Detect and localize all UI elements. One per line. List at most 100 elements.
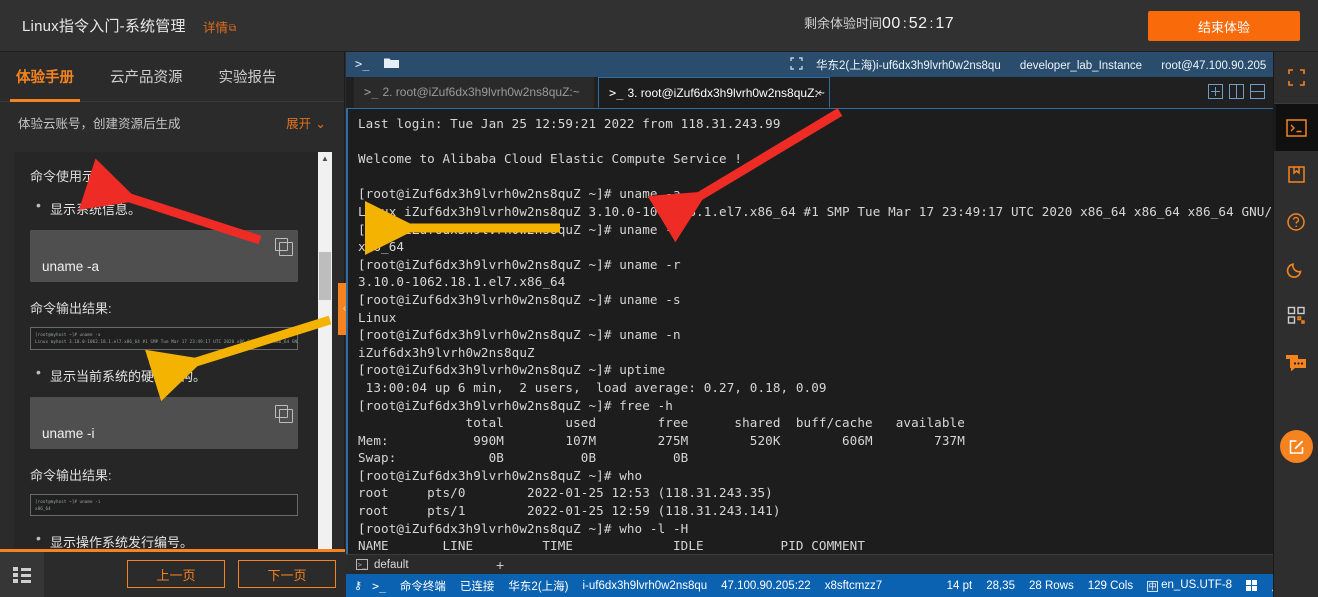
output-screenshot-1: [root@myhost ~]# uname -a Linux myhost 3… xyxy=(30,327,298,350)
timer-hours: 00 xyxy=(882,15,901,32)
status-cursor-position: 28,35 xyxy=(986,579,1015,592)
session-tab-label: default xyxy=(374,559,409,571)
end-session-button[interactable]: 结束体验 xyxy=(1148,11,1300,41)
rail-item-help[interactable] xyxy=(1274,198,1318,245)
left-panel-footer: 上一页 下一页 xyxy=(0,549,345,597)
status-font-size: 14 pt xyxy=(946,579,973,592)
detail-link-label: 详情 xyxy=(203,21,229,35)
qrcode-icon xyxy=(1287,306,1306,325)
tab-cloud-resources[interactable]: 云产品资源 xyxy=(110,52,183,102)
terminal-session-tab-bar: >_ default + xyxy=(346,554,1273,574)
header-region: 华东2(上海)i-uf6dx3h9lvrh0w2ns8qu xyxy=(816,60,1001,72)
chevron-down-icon: ⌄ xyxy=(315,115,326,131)
collapse-arrows-icon[interactable] xyxy=(790,57,803,73)
manual-content-area: 命令使用示例: 显示系统信息。 uname -a 命令输出结果: [root@m… xyxy=(14,152,332,586)
status-encoding: en_US.UTF-8 xyxy=(1161,579,1233,591)
terminal-tab-label: 3. root@iZuf6dx3h9lvrh0w2ns8quZ:~ xyxy=(627,86,825,100)
grid-icon[interactable] xyxy=(1246,580,1258,591)
command-text: uname -i xyxy=(42,425,95,441)
bullet-show-system-info: 显示系统信息。 xyxy=(36,197,298,218)
moon-icon xyxy=(1286,259,1306,279)
close-icon[interactable]: × xyxy=(815,78,822,109)
prompt-icon: >_ xyxy=(372,578,386,593)
rail-item-theme[interactable] xyxy=(1274,245,1318,292)
status-bar-right: 14 pt 28,35 28 Rows 129 Cols 中 en_US.UTF-… xyxy=(947,579,1318,593)
ime-icon: 中 xyxy=(1147,581,1159,592)
book-icon xyxy=(1287,165,1306,184)
status-connection: 已连接 xyxy=(459,580,495,593)
terminal-output-area[interactable]: Last login: Tue Jan 25 12:59:21 2022 fro… xyxy=(346,109,1273,574)
terminal-icon: >_ xyxy=(356,559,368,570)
status-type: 命令终端 xyxy=(399,580,446,593)
tab-lab-report[interactable]: 实验报告 xyxy=(219,52,277,102)
output-heading-1: 命令输出结果: xyxy=(30,301,112,316)
remaining-time: 剩余体验时间00:52:17 xyxy=(804,13,954,33)
header-user-host: root@47.100.90.205 xyxy=(1161,60,1267,72)
terminal-tab-label: 2. root@iZuf6dx3h9lvrh0w2ns8quZ:~ xyxy=(382,85,580,99)
page-title: Linux指令入门-系统管理 xyxy=(22,18,186,35)
rail-item-qrcode[interactable] xyxy=(1274,292,1318,339)
status-region: 华东2(上海) xyxy=(508,580,569,593)
terminal-region: >_ 华东2(上海)i-uf6dx3h9lvrh0w2ns8qu develop… xyxy=(346,52,1282,597)
command-box-uname-a[interactable]: uname -a xyxy=(30,230,298,282)
split-vertical-icon[interactable] xyxy=(1229,84,1244,99)
status-rows: 28 Rows xyxy=(1028,579,1074,592)
status-session-id: x8sftcmzz7 xyxy=(824,579,883,592)
scroll-up-arrow-icon[interactable]: ▲ xyxy=(318,152,332,166)
terminal-content: Last login: Tue Jan 25 12:59:21 2022 fro… xyxy=(358,116,1273,574)
next-page-button[interactable]: 下一页 xyxy=(238,560,336,588)
manual-scrollbar[interactable]: ▲ ▼ xyxy=(318,152,332,586)
key-icon: ⚷ xyxy=(354,580,363,592)
terminal-header-bar: >_ 华东2(上海)i-uf6dx3h9lvrh0w2ns8qu develop… xyxy=(346,52,1282,77)
prev-page-button[interactable]: 上一页 xyxy=(127,560,225,588)
status-encoding-group[interactable]: 中 en_US.UTF-8 xyxy=(1147,579,1232,592)
output-line: Linux myhost 3.10.0-1062.18.1.el7.x86_64… xyxy=(35,339,298,345)
rail-item-chat[interactable] xyxy=(1274,339,1318,386)
prompt-icon: >_ xyxy=(609,86,624,100)
timer-seconds: 17 xyxy=(935,15,955,32)
terminal-tab-2[interactable]: >_ 2. root@iZuf6dx3h9lvrh0w2ns8quZ:~ xyxy=(354,77,594,108)
copy-icon[interactable] xyxy=(275,238,293,256)
help-icon xyxy=(1286,212,1306,232)
output-line: x86_64 xyxy=(35,506,51,512)
top-bar: Linux指令入门-系统管理 详情⧉ 剩余体验时间00:52:17 结束体验 xyxy=(0,0,1318,52)
output-heading-2: 命令输出结果: xyxy=(30,467,112,483)
account-expand-button[interactable]: 展开 ⌄ xyxy=(286,113,326,132)
tab-experience-manual[interactable]: 体验手册 xyxy=(10,52,80,102)
status-instance-id: i-uf6dx3h9lvrh0w2ns8qu xyxy=(582,579,708,592)
right-rail xyxy=(1273,52,1318,597)
add-session-icon[interactable]: + xyxy=(496,555,504,575)
list-menu-icon[interactable] xyxy=(0,552,44,597)
external-link-icon: ⧉ xyxy=(229,23,237,34)
terminal-status-bar: ⚷ >_ 命令终端 已连接 华东2(上海) i-uf6dx3h9lvrh0w2n… xyxy=(346,574,1318,597)
feedback-button[interactable] xyxy=(1280,430,1313,463)
command-text: uname -a xyxy=(42,259,100,274)
chat-icon xyxy=(1285,354,1307,372)
new-tab-icon[interactable] xyxy=(1208,84,1223,99)
account-text: 体验云账号，创建资源后生成 xyxy=(18,116,181,131)
output-screenshot-2: [root@myhost ~]# uname -i x86_64 xyxy=(30,493,298,517)
rail-item-manual[interactable] xyxy=(1274,151,1318,198)
folder-icon[interactable] xyxy=(384,57,399,72)
left-panel-tabs: 体验手册 云产品资源 实验报告 xyxy=(0,52,344,102)
account-row: 体验云账号，创建资源后生成 展开 ⌄ xyxy=(0,102,344,142)
split-horizontal-icon[interactable] xyxy=(1250,84,1265,99)
rail-item-fullscreen[interactable] xyxy=(1274,52,1318,104)
terminal-tab-bar: >_ 2. root@iZuf6dx3h9lvrh0w2ns8quZ:~ >_ 3.… xyxy=(346,77,1273,109)
session-tab-default[interactable]: >_ default xyxy=(352,555,409,575)
fullscreen-icon xyxy=(1287,68,1306,87)
rail-item-terminal[interactable] xyxy=(1274,104,1318,151)
prompt-icon: >_ xyxy=(355,57,370,71)
scrollbar-thumb[interactable] xyxy=(319,252,331,300)
terminal-tab-3[interactable]: >_ 3. root@iZuf6dx3h9lvrh0w2ns8quZ:~ × xyxy=(598,77,830,108)
detail-link[interactable]: 详情⧉ xyxy=(203,17,236,36)
bullet-show-hardware-arch: 显示当前系统的硬件架构。 xyxy=(36,364,298,385)
header-instance: developer_lab_Instance xyxy=(1019,60,1143,72)
status-cols: 129 Cols xyxy=(1087,579,1134,592)
output-line: [root@myhost ~]# uname -a xyxy=(35,332,101,337)
timer-separator-1: : xyxy=(902,15,907,31)
status-address: 47.100.90.205:22 xyxy=(721,579,811,592)
command-box-uname-i[interactable]: uname -i xyxy=(30,396,298,449)
prompt-icon: >_ xyxy=(364,85,379,99)
copy-icon[interactable] xyxy=(275,404,293,423)
